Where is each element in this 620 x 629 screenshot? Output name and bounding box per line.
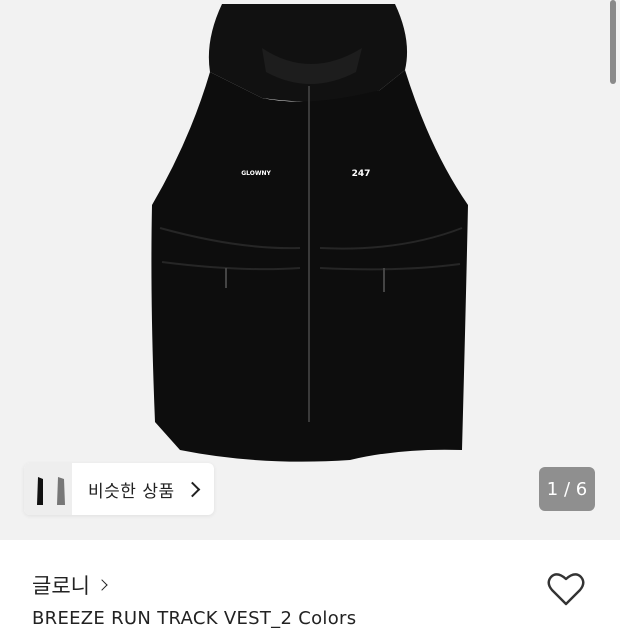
number-print: 247 xyxy=(352,169,371,179)
product-image-gallery[interactable]: GLOWNY 247 비슷한 상품 1 / 6 xyxy=(0,0,620,540)
similar-thumbnail xyxy=(24,463,49,515)
similar-thumbnails xyxy=(24,463,73,515)
product-image: GLOWNY 247 xyxy=(151,4,468,462)
brand-print: GLOWNY xyxy=(241,170,271,177)
brand-link[interactable]: 글로니 xyxy=(32,570,108,600)
scrollbar[interactable] xyxy=(610,0,616,84)
heart-outline-icon[interactable] xyxy=(546,570,586,608)
chevron-right-icon xyxy=(96,579,108,591)
image-counter: 1 / 6 xyxy=(539,467,595,511)
similar-products-label: 비슷한 상품 xyxy=(88,481,175,502)
similar-thumbnail xyxy=(48,463,73,515)
product-title: BREEZE RUN TRACK VEST_2 Colors xyxy=(32,608,357,629)
chevron-right-icon xyxy=(184,481,200,498)
brand-name: 글로니 xyxy=(32,574,90,598)
similar-products-button[interactable]: 비슷한 상품 xyxy=(24,463,214,515)
